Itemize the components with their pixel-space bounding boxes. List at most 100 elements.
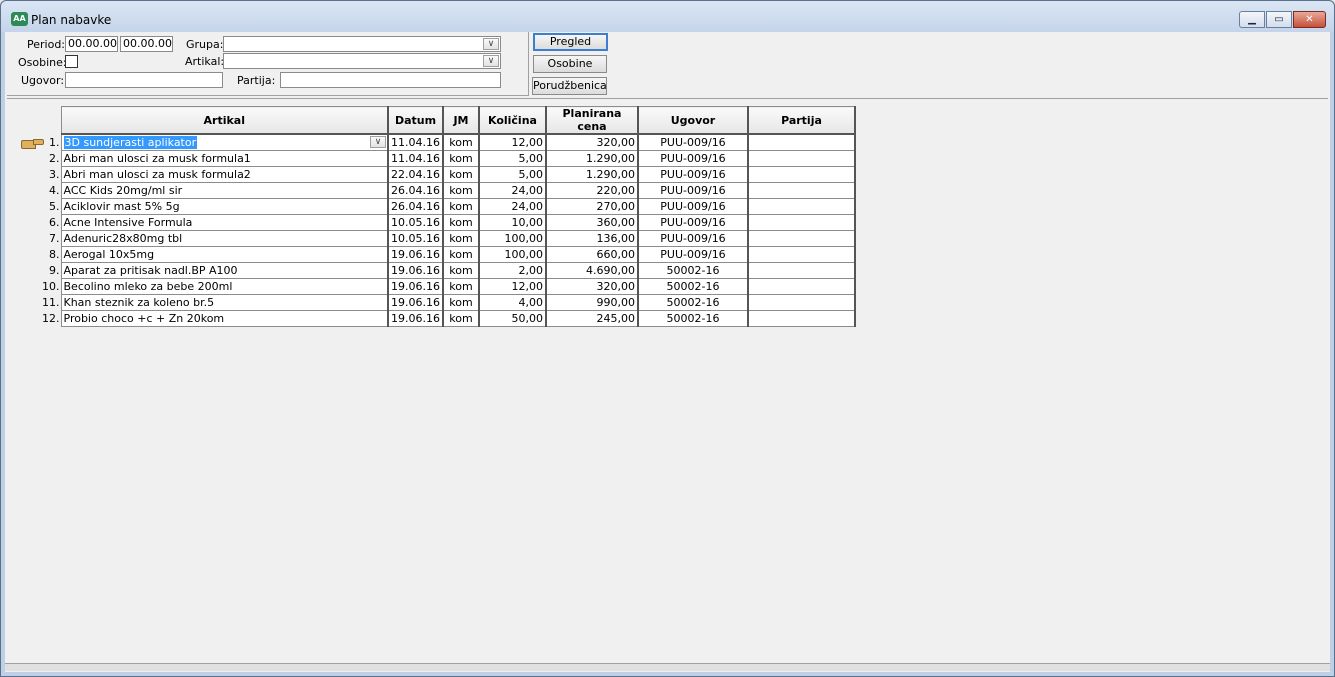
table-row[interactable]: 6. Acne Intensive Formula 10.05.16 kom 1… — [17, 213, 856, 231]
ugovor-cell[interactable]: PUU-009/16 — [637, 133, 749, 151]
kolicina-cell[interactable]: 2,00 — [478, 261, 547, 279]
ugovor-cell[interactable]: PUU-009/16 — [637, 149, 749, 167]
cena-cell[interactable]: 320,00 — [545, 277, 639, 295]
jm-cell[interactable]: kom — [442, 261, 480, 279]
datum-cell[interactable]: 11.04.16 — [387, 149, 444, 167]
column-header-artikal[interactable]: Artikal — [60, 106, 389, 135]
datum-cell[interactable]: 22.04.16 — [387, 165, 444, 183]
artikal-cell[interactable]: Acne Intensive Formula — [60, 213, 389, 231]
column-header-jm[interactable]: JM — [442, 106, 480, 135]
jm-cell[interactable]: kom — [442, 309, 480, 327]
artikal-cell-text[interactable]: 3D sundjerasti aplikator — [63, 135, 198, 149]
partija-cell[interactable] — [747, 181, 856, 199]
partija-cell[interactable] — [747, 197, 856, 215]
cena-cell[interactable]: 220,00 — [545, 181, 639, 199]
table-row[interactable]: 4. ACC Kids 20mg/ml sir 26.04.16 kom 24,… — [17, 181, 856, 199]
partija-cell[interactable] — [747, 245, 856, 263]
kolicina-cell[interactable]: 100,00 — [478, 245, 547, 263]
porudzbenica-button[interactable]: Porudžbenica — [532, 77, 607, 95]
kolicina-cell[interactable]: 12,00 — [478, 133, 547, 151]
jm-cell[interactable]: kom — [442, 149, 480, 167]
cena-cell[interactable]: 360,00 — [545, 213, 639, 231]
table-row[interactable]: 7. Adenuric28x80mg tbl 10.05.16 kom 100,… — [17, 229, 856, 247]
table-row[interactable]: 3. Abri man ulosci za musk formula2 22.0… — [17, 165, 856, 183]
kolicina-cell[interactable]: 5,00 — [478, 149, 547, 167]
grupa-select[interactable]: ∨ — [223, 36, 501, 52]
artikal-cell-editor[interactable]: 3D sundjerasti aplikator ∨ — [60, 133, 389, 151]
table-row[interactable]: 5. Aciklovir mast 5% 5g 26.04.16 kom 24,… — [17, 197, 856, 215]
ugovor-cell[interactable]: PUU-009/16 — [637, 181, 749, 199]
chevron-down-icon[interactable]: ∨ — [483, 55, 499, 67]
cena-cell[interactable]: 990,00 — [545, 293, 639, 311]
kolicina-cell[interactable]: 24,00 — [478, 197, 547, 215]
maximize-icon[interactable]: ▭ — [1266, 11, 1292, 28]
chevron-down-icon[interactable]: ∨ — [370, 136, 386, 148]
jm-cell[interactable]: kom — [442, 213, 480, 231]
table-row[interactable]: 1. 3D sundjerasti aplikator ∨ 11.04.16 ko… — [17, 133, 856, 151]
datum-cell[interactable]: 10.05.16 — [387, 229, 444, 247]
cena-cell[interactable]: 320,00 — [545, 133, 639, 151]
cena-cell[interactable]: 4.690,00 — [545, 261, 639, 279]
partija-cell[interactable] — [747, 229, 856, 247]
artikal-select[interactable]: ∨ — [223, 53, 501, 69]
kolicina-cell[interactable]: 50,00 — [478, 309, 547, 327]
kolicina-cell[interactable]: 5,00 — [478, 165, 547, 183]
artikal-cell[interactable]: Abri man ulosci za musk formula2 — [60, 165, 389, 183]
jm-cell[interactable]: kom — [442, 293, 480, 311]
datum-cell[interactable]: 19.06.16 — [387, 309, 444, 327]
jm-cell[interactable]: kom — [442, 181, 480, 199]
artikal-cell[interactable]: ACC Kids 20mg/ml sir — [60, 181, 389, 199]
partija-cell[interactable] — [747, 261, 856, 279]
datum-cell[interactable]: 19.06.16 — [387, 261, 444, 279]
column-header-planirana-cena[interactable]: Planirana cena — [545, 106, 639, 135]
osobine-button[interactable]: Osobine — [533, 55, 607, 73]
ugovor-input[interactable] — [65, 72, 223, 88]
table-row[interactable]: 8. Aerogal 10x5mg 19.06.16 kom 100,00 66… — [17, 245, 856, 263]
period-from-input[interactable]: 00.00.00 — [65, 36, 118, 52]
datum-cell[interactable]: 26.04.16 — [387, 181, 444, 199]
partija-cell[interactable] — [747, 149, 856, 167]
artikal-cell[interactable]: Aerogal 10x5mg — [60, 245, 389, 263]
ugovor-cell[interactable]: PUU-009/16 — [637, 213, 749, 231]
pregled-button[interactable]: Pregled — [533, 33, 608, 51]
partija-cell[interactable] — [747, 133, 856, 151]
column-header-ugovor[interactable]: Ugovor — [637, 106, 749, 135]
partija-input[interactable] — [280, 72, 501, 88]
table-row[interactable]: 11. Khan steznik za koleno br.5 19.06.16… — [17, 293, 856, 311]
partija-cell[interactable] — [747, 213, 856, 231]
artikal-cell[interactable]: Aparat za pritisak nadl.BP A100 — [60, 261, 389, 279]
datum-cell[interactable]: 19.06.16 — [387, 277, 444, 295]
artikal-cell[interactable]: Adenuric28x80mg tbl — [60, 229, 389, 247]
datum-cell[interactable]: 11.04.16 — [387, 133, 444, 151]
period-to-input[interactable]: 00.00.00 — [120, 36, 173, 52]
partija-cell[interactable] — [747, 277, 856, 295]
datum-cell[interactable]: 19.06.16 — [387, 245, 444, 263]
column-header-partija[interactable]: Partija — [747, 106, 856, 135]
partija-cell[interactable] — [747, 309, 856, 327]
artikal-cell[interactable]: Khan steznik za koleno br.5 — [60, 293, 389, 311]
table-row[interactable]: 12. Probio choco +c + Zn 20kom 19.06.16 … — [17, 309, 856, 327]
chevron-down-icon[interactable]: ∨ — [483, 38, 499, 50]
kolicina-cell[interactable]: 12,00 — [478, 277, 547, 295]
jm-cell[interactable]: kom — [442, 165, 480, 183]
jm-cell[interactable]: kom — [442, 277, 480, 295]
ugovor-cell[interactable]: 50002-16 — [637, 309, 749, 327]
datum-cell[interactable]: 10.05.16 — [387, 213, 444, 231]
ugovor-cell[interactable]: 50002-16 — [637, 293, 749, 311]
kolicina-cell[interactable]: 10,00 — [478, 213, 547, 231]
osobine-checkbox[interactable] — [65, 55, 78, 68]
jm-cell[interactable]: kom — [442, 229, 480, 247]
table-row[interactable]: 2. Abri man ulosci za musk formula1 11.0… — [17, 149, 856, 167]
datum-cell[interactable]: 19.06.16 — [387, 293, 444, 311]
table-row[interactable]: 9. Aparat za pritisak nadl.BP A100 19.06… — [17, 261, 856, 279]
ugovor-cell[interactable]: PUU-009/16 — [637, 245, 749, 263]
partija-cell[interactable] — [747, 293, 856, 311]
artikal-cell[interactable]: Abri man ulosci za musk formula1 — [60, 149, 389, 167]
kolicina-cell[interactable]: 24,00 — [478, 181, 547, 199]
kolicina-cell[interactable]: 4,00 — [478, 293, 547, 311]
artikal-cell[interactable]: Becolino mleko za bebe 200ml — [60, 277, 389, 295]
cena-cell[interactable]: 1.290,00 — [545, 149, 639, 167]
ugovor-cell[interactable]: PUU-009/16 — [637, 229, 749, 247]
cena-cell[interactable]: 245,00 — [545, 309, 639, 327]
table-row[interactable]: 10. Becolino mleko za bebe 200ml 19.06.1… — [17, 277, 856, 295]
